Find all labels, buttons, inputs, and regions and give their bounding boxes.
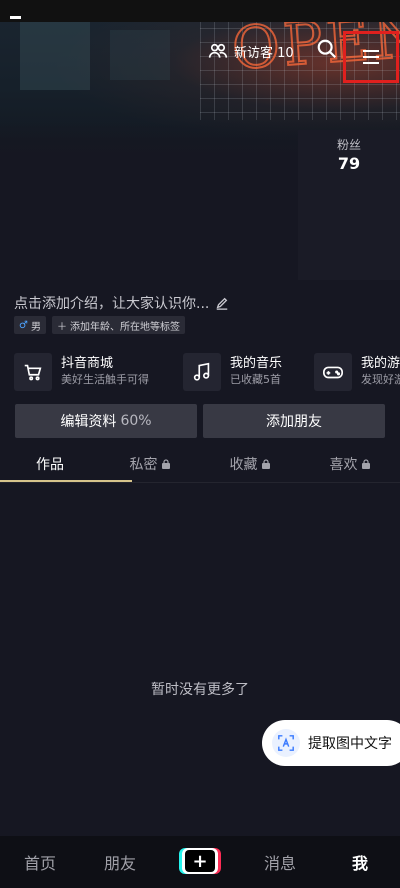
new-visitors-button[interactable]: 新访客 10 (208, 38, 294, 64)
people-icon (208, 43, 228, 58)
edit-profile-button[interactable]: 编辑资料 60% (15, 404, 197, 438)
lock-icon (361, 459, 370, 469)
music-icon (193, 362, 210, 381)
status-indicator (10, 16, 21, 19)
nav-label: 消息 (263, 854, 296, 873)
add-tags-button[interactable]: ＋ 添加年龄、所在地等标签 (51, 316, 185, 334)
visitor-label: 新访客 10 (234, 45, 294, 61)
search-icon[interactable] (316, 38, 338, 60)
tab-works[interactable]: 作品 (0, 447, 100, 481)
tab-favorites[interactable]: 收藏 (200, 447, 300, 481)
tab-divider (0, 482, 400, 483)
services-row: 抖音商城 美好生活触手可得 我的音乐 已收藏5首 我的游戏 (14, 352, 400, 392)
service-mall[interactable]: 抖音商城 美好生活触手可得 (14, 352, 149, 392)
edit-pencil-icon (216, 297, 228, 310)
male-icon: ♂ (19, 319, 28, 331)
service-music[interactable]: 我的音乐 已收藏5首 (183, 352, 282, 392)
service-subtitle: 发现好游戏 (361, 373, 400, 386)
nav-home[interactable]: 首页 (10, 836, 70, 888)
add-tags-label: 添加年龄、所在地等标签 (69, 321, 180, 333)
nav-label: 首页 (23, 854, 56, 873)
service-title: 抖音商城 (61, 356, 114, 371)
empty-state-text: 暂时没有更多了 (151, 682, 249, 698)
create-post-button[interactable]: + (182, 848, 218, 874)
bio-text: 点击添加介绍，让大家认识你... (14, 296, 210, 312)
bio-placeholder[interactable]: 点击添加介绍，让大家认识你... (14, 293, 229, 313)
tab-label: 作品 (36, 457, 64, 473)
nav-messages[interactable]: 消息 (250, 836, 310, 888)
tab-label: 喜欢 (329, 457, 358, 473)
fans-label: 粉丝 (336, 138, 361, 152)
gender-tag[interactable]: ♂ 男 (14, 316, 46, 334)
service-title: 我的音乐 (230, 356, 283, 371)
tab-private[interactable]: 私密 (100, 447, 200, 481)
nav-me[interactable]: 我 (330, 836, 390, 888)
profile-tags: ♂ 男 ＋ 添加年龄、所在地等标签 (14, 316, 185, 334)
gender-label: 男 (30, 321, 41, 333)
cart-icon (24, 364, 42, 381)
nav-friends[interactable]: 朋友 (90, 836, 150, 888)
extract-text-label: 提取图中文字 (308, 736, 392, 752)
hamburger-menu-icon (363, 50, 379, 64)
service-title: 我的游戏 (361, 356, 400, 371)
service-games[interactable]: 我的游戏 发现好游戏 (314, 352, 400, 392)
service-subtitle: 已收藏5首 (230, 373, 281, 386)
tab-label: 收藏 (229, 457, 258, 473)
profile-page: OPEN 新访客 10 粉丝 79 点击添加介绍，让大家认识你... ♂ 男 ＋… (0, 0, 400, 888)
add-friend-label: 添加朋友 (266, 414, 322, 430)
status-bar (0, 0, 400, 22)
lock-icon (261, 459, 270, 469)
fans-count: 79 (337, 154, 361, 173)
extract-text-button[interactable]: 提取图中文字 (262, 720, 400, 766)
nav-label: 我 (351, 854, 368, 873)
gamepad-icon (323, 366, 343, 379)
bottom-navigation: 首页 朋友 + 消息 我 (0, 836, 400, 888)
tab-label: 私密 (129, 457, 158, 473)
lock-icon (161, 459, 170, 469)
add-friend-button[interactable]: 添加朋友 (203, 404, 385, 438)
plus-icon: ＋ (56, 321, 67, 333)
tab-likes[interactable]: 喜欢 (300, 447, 400, 481)
fans-stat[interactable]: 粉丝 79 (298, 130, 400, 280)
text-recognition-icon (278, 735, 294, 751)
service-subtitle: 美好生活触手可得 (61, 373, 149, 386)
content-tabs: 作品 私密 收藏 喜欢 (0, 447, 400, 483)
menu-button[interactable] (343, 31, 399, 83)
edit-profile-label: 编辑资料 (60, 414, 117, 430)
profile-completion: 60% (120, 413, 152, 429)
nav-label: 朋友 (103, 854, 136, 873)
plus-icon: + (185, 850, 215, 872)
